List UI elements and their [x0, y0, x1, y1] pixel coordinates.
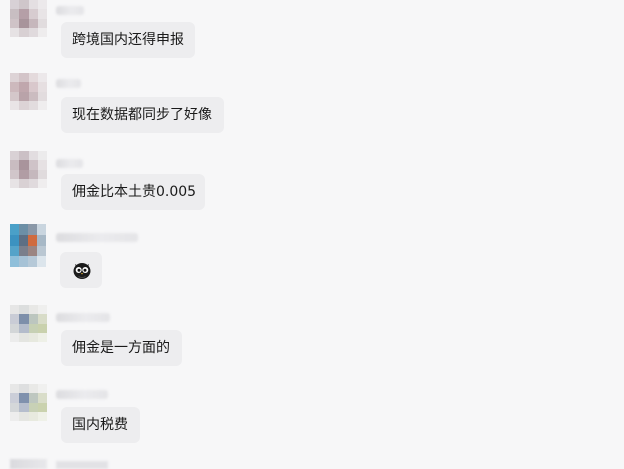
owl-sticker-icon	[73, 263, 91, 279]
message-bubble[interactable]: 佣金是一方面的	[61, 330, 182, 366]
avatar[interactable]	[10, 151, 47, 188]
avatar[interactable]	[10, 0, 47, 37]
message-bubble[interactable]: 现在数据都同步了好像	[61, 97, 224, 133]
message-bubble[interactable]	[60, 252, 102, 288]
chat-message-list[interactable]: 跨境国内还得申报 现在数据都同步了好像 佣金比本土贵0.005 佣金是一方面的 …	[0, 0, 624, 469]
message-bubble[interactable]: 国内税费	[61, 407, 140, 443]
avatar[interactable]	[10, 305, 47, 342]
sender-name	[56, 6, 84, 15]
sender-name	[56, 79, 81, 88]
avatar[interactable]	[10, 384, 47, 421]
avatar[interactable]	[10, 459, 47, 469]
message-bubble[interactable]: 佣金比本土贵0.005	[61, 174, 205, 210]
sender-name	[56, 159, 83, 168]
avatar[interactable]	[10, 73, 47, 110]
sender-name	[56, 390, 108, 399]
sender-name	[56, 233, 138, 242]
message-bubble[interactable]: 跨境国内还得申报	[61, 22, 195, 58]
avatar[interactable]	[10, 224, 46, 267]
sender-name	[56, 313, 110, 322]
sender-name	[56, 461, 108, 469]
